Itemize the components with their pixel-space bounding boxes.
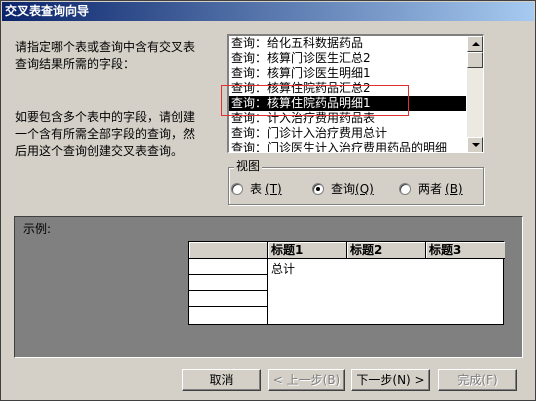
view-group-label: 视图	[234, 159, 263, 173]
radio-queries-label: 查询	[331, 182, 356, 196]
radio-queries-hotkey: (Q)	[355, 182, 374, 196]
radio-both-label: 两者	[418, 182, 443, 196]
radio-circle-icon	[399, 183, 411, 195]
hint-text: 如要包含多个表中的字段，请创建 一个含有所需全部字段的查询，然 后用这个查询创建…	[15, 109, 225, 160]
window-title: 交叉表查询向导	[5, 4, 90, 18]
up-arrow-icon	[472, 42, 480, 46]
radio-tables-hotkey: (T)	[265, 182, 282, 196]
column-header: 标题3	[426, 242, 505, 259]
list-scrollbar[interactable]	[467, 36, 483, 152]
hint-line-1: 如要包含多个表中的字段，请创建	[15, 110, 196, 124]
radio-tables[interactable]: 表 (T)	[231, 182, 282, 196]
radio-both-hotkey: (B)	[445, 182, 463, 196]
radio-queries[interactable]: 查询 (Q)	[312, 182, 374, 196]
instruction-line-2: 查询结果所需的字段：	[15, 57, 136, 71]
list-item[interactable]: 查询：核算门诊医生汇总2	[229, 51, 466, 66]
radio-tables-label: 表	[250, 182, 263, 196]
instruction-line-1: 请指定哪个表或查询中含有交叉表	[15, 40, 196, 54]
example-label: 示例:	[23, 222, 52, 236]
next-button[interactable]: 下一步(N) >	[351, 369, 430, 391]
finish-button[interactable]: 完成(F)	[438, 369, 517, 391]
column-header: 标题2	[347, 242, 426, 259]
column-header: 标题1	[268, 242, 347, 259]
cancel-button[interactable]: 取消	[182, 369, 261, 391]
row-header-cell	[189, 259, 268, 275]
hint-line-2: 一个含有所需全部字段的查询，然	[15, 127, 196, 141]
wizard-window: 交叉表查询向导 请指定哪个表或查询中含有交叉表 查询结果所需的字段： 如要包含多…	[0, 0, 536, 401]
down-arrow-icon	[472, 143, 480, 147]
crosstab-preview-grid: 标题1 标题2 标题3 总计	[188, 241, 505, 325]
list-item[interactable]: 查询：门诊医生计入治疗费用药品的明细	[229, 141, 466, 152]
scroll-up-button[interactable]	[467, 36, 483, 52]
list-item[interactable]: 查询：给化五科数据药品	[229, 36, 466, 51]
instruction-text: 请指定哪个表或查询中含有交叉表 查询结果所需的字段：	[15, 39, 215, 73]
radio-circle-checked-icon	[312, 183, 324, 195]
corner-header-cell	[189, 242, 268, 259]
title-bar: 交叉表查询向导	[2, 2, 534, 21]
scroll-down-button[interactable]	[467, 137, 483, 152]
scroll-thumb[interactable]	[467, 52, 483, 68]
list-item[interactable]: 查询：核算门诊医生明细1	[229, 66, 466, 81]
radio-both[interactable]: 两者 (B)	[399, 182, 463, 196]
radio-circle-icon	[231, 183, 243, 195]
back-button[interactable]: < 上一步(B)	[268, 369, 345, 391]
list-item[interactable]: 查询：门诊计入治疗费用总计	[229, 126, 466, 141]
total-column-label: 总计	[271, 262, 296, 276]
row-header-cell	[189, 307, 268, 324]
hint-line-3: 后用这个查询创建交叉表查询。	[15, 144, 184, 158]
highlight-annotation-box	[221, 85, 409, 116]
row-header-cell	[189, 275, 268, 291]
row-header-cell	[189, 291, 268, 307]
